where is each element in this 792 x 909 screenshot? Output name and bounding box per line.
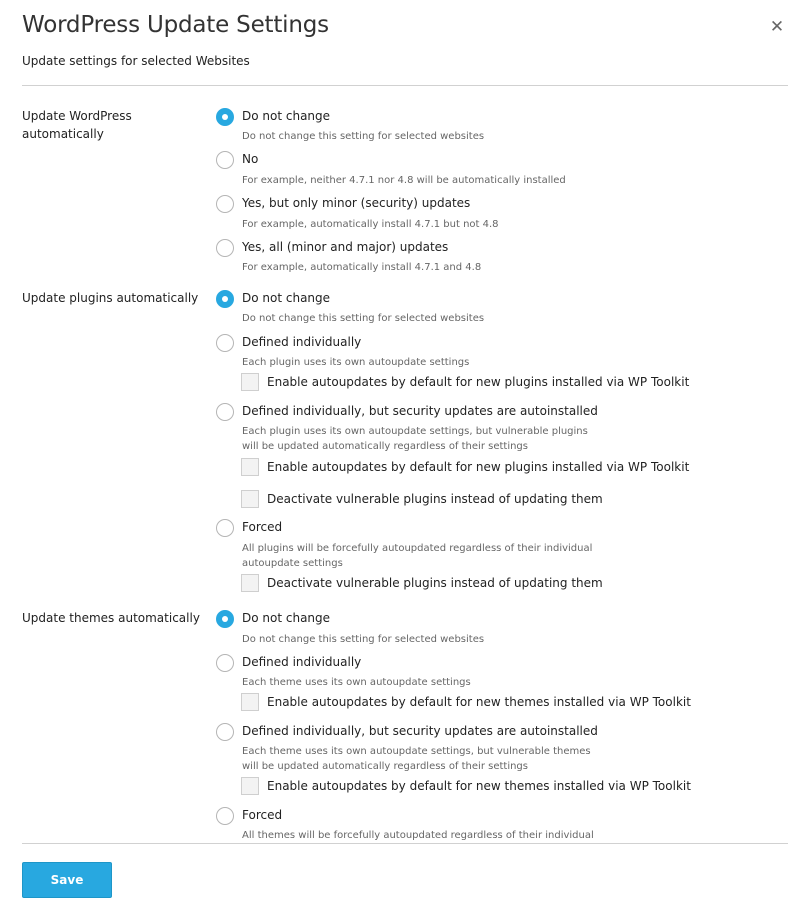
dialog-subtitle: Update settings for selected Websites xyxy=(22,54,250,68)
themes-radio-individual[interactable] xyxy=(216,654,234,672)
wordpress-option-hint: For example, neither 4.7.1 nor 4.8 will … xyxy=(242,175,566,186)
plugins-enable-new-security-checkbox[interactable] xyxy=(241,458,259,476)
wordpress-radio-do-not-change[interactable] xyxy=(216,108,234,126)
themes-radio-forced[interactable] xyxy=(216,807,234,825)
plugins-option-hint: Each plugin uses its own autoupdate sett… xyxy=(242,426,588,437)
checkbox-label: Enable autoupdates by default for new th… xyxy=(267,779,691,793)
wordpress-radio-all[interactable] xyxy=(216,239,234,257)
themes-enable-new-individual-checkbox[interactable] xyxy=(241,693,259,711)
plugins-deactivate-security-checkbox[interactable] xyxy=(241,490,259,508)
checkbox-label: Deactivate vulnerable plugins instead of… xyxy=(267,576,603,590)
plugins-deactivate-forced-checkbox[interactable] xyxy=(241,574,259,592)
checkbox-label: Enable autoupdates by default for new th… xyxy=(267,695,691,709)
wordpress-option-label: Do not change xyxy=(242,109,331,123)
plugins-section-label: Update plugins automatically xyxy=(22,291,199,305)
plugins-radio-do-not-change[interactable] xyxy=(216,290,234,308)
plugins-option-hint: Each plugin uses its own autoupdate sett… xyxy=(242,357,470,368)
wordpress-option-label: No xyxy=(242,152,259,166)
themes-option-hint: All themes will be forcefully autoupdate… xyxy=(242,830,594,841)
wordpress-radio-minor[interactable] xyxy=(216,195,234,213)
plugins-option-hint: All plugins will be forcefully autoupdat… xyxy=(242,543,593,554)
themes-option-label: Defined individually, but security updat… xyxy=(242,724,598,738)
close-icon[interactable]: ✕ xyxy=(766,16,788,38)
plugins-radio-forced[interactable] xyxy=(216,519,234,537)
wordpress-option-label: Yes, but only minor (security) updates xyxy=(242,196,471,210)
themes-option-hint: will be updated automatically regardless… xyxy=(242,761,528,772)
themes-option-label: Forced xyxy=(242,808,283,822)
wordpress-option-hint: For example, automatically install 4.7.1… xyxy=(242,262,482,273)
update-settings-dialog: WordPress Update Settings ✕ Update setti… xyxy=(0,0,792,909)
plugins-option-hint: autoupdate settings xyxy=(242,558,343,569)
plugins-option-hint: Do not change this setting for selected … xyxy=(242,313,485,324)
themes-enable-new-security-checkbox[interactable] xyxy=(241,777,259,795)
plugins-radio-individual-security[interactable] xyxy=(216,403,234,421)
plugins-enable-new-individual-checkbox[interactable] xyxy=(241,373,259,391)
checkbox-label: Enable autoupdates by default for new pl… xyxy=(267,460,690,474)
settings-content: Update WordPress automatically Do not ch… xyxy=(0,86,792,843)
themes-option-hint: Each theme uses its own autoupdate setti… xyxy=(242,677,471,688)
themes-option-hint: Do not change this setting for selected … xyxy=(242,634,485,645)
save-button[interactable]: Save xyxy=(22,862,112,898)
plugins-option-label: Do not change xyxy=(242,291,331,305)
wordpress-section-label: Update WordPress automatically xyxy=(22,109,132,141)
themes-option-label: Do not change xyxy=(242,611,331,625)
settings-scroll-area[interactable]: Update WordPress automatically Do not ch… xyxy=(0,86,792,843)
footer-divider xyxy=(22,843,788,844)
themes-option-hint: Each theme uses its own autoupdate setti… xyxy=(242,746,591,757)
plugins-option-label: Forced xyxy=(242,520,283,534)
wordpress-option-hint: Do not change this setting for selected … xyxy=(242,131,485,142)
dialog-title: WordPress Update Settings xyxy=(22,12,329,38)
themes-radio-individual-security[interactable] xyxy=(216,723,234,741)
plugins-option-label: Defined individually, but security updat… xyxy=(242,404,598,418)
wordpress-radio-no[interactable] xyxy=(216,151,234,169)
themes-section-label: Update themes automatically xyxy=(22,611,200,625)
plugins-option-label: Defined individually xyxy=(242,335,362,349)
checkbox-label: Enable autoupdates by default for new pl… xyxy=(267,375,690,389)
themes-option-label: Defined individually xyxy=(242,655,362,669)
wordpress-option-label: Yes, all (minor and major) updates xyxy=(242,240,449,254)
plugins-radio-individual[interactable] xyxy=(216,334,234,352)
themes-radio-do-not-change[interactable] xyxy=(216,610,234,628)
wordpress-option-hint: For example, automatically install 4.7.1… xyxy=(242,219,499,230)
plugins-option-hint: will be updated automatically regardless… xyxy=(242,441,528,452)
checkbox-label: Deactivate vulnerable plugins instead of… xyxy=(267,492,603,506)
